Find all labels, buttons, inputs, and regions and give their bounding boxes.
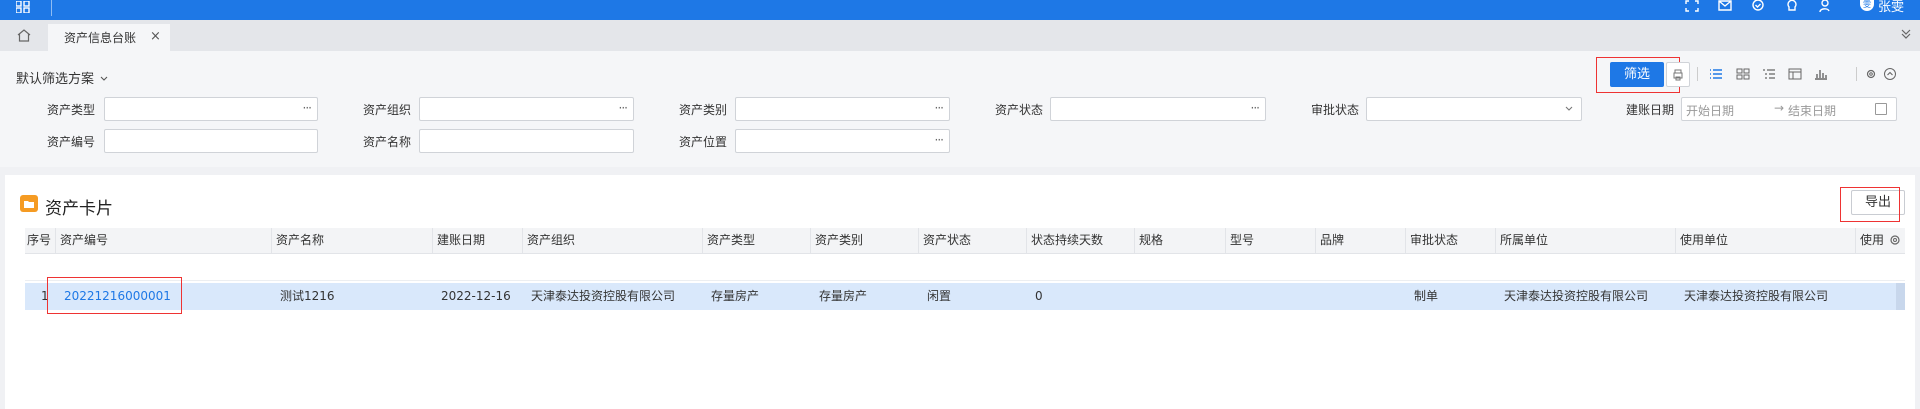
date-start-placeholder: 开始日期	[1686, 104, 1735, 118]
chart-view-icon[interactable]	[1814, 68, 1828, 80]
gear-icon[interactable]	[1889, 234, 1901, 246]
more-dots-icon[interactable]: ···	[1251, 101, 1261, 115]
asset-code-label: 资产编号	[47, 135, 96, 149]
asset-location-label: 资产位置	[679, 135, 728, 149]
tree-view-icon[interactable]	[1762, 68, 1776, 80]
asset-status-input[interactable]: ···	[1050, 97, 1266, 121]
asset-category-label: 资产类别	[679, 103, 728, 117]
column-header[interactable]: 品牌	[1315, 228, 1405, 254]
filter-scheme-label: 默认筛选方案	[16, 72, 95, 87]
printer-icon	[1673, 69, 1683, 81]
print-button[interactable]	[1666, 62, 1690, 87]
filter-scheme-dropdown[interactable]: 默认筛选方案	[16, 68, 108, 87]
column-header[interactable]: 资产类别	[810, 228, 918, 254]
top-navigation-bar: 雯 张雯	[0, 0, 1920, 20]
check-circle-icon[interactable]	[1750, 0, 1766, 12]
more-dots-icon[interactable]: ···	[935, 133, 945, 147]
collapse-up-icon[interactable]	[1883, 68, 1897, 80]
topbar-divider	[51, 0, 52, 16]
asset-status-label: 资产状态	[995, 103, 1044, 117]
close-icon[interactable]: ×	[150, 29, 161, 44]
owner-unit-cell: 天津泰达投资控股有限公司	[1504, 289, 1649, 303]
asset-org-input[interactable]: ···	[419, 97, 634, 121]
column-header[interactable]: 状态持续天数	[1026, 228, 1134, 254]
chevron-down-icon	[1565, 106, 1573, 111]
avatar[interactable]: 雯	[1860, 0, 1874, 11]
home-tab[interactable]	[0, 20, 48, 51]
column-header[interactable]: 所属单位	[1495, 228, 1675, 254]
card-view-icon[interactable]	[1736, 68, 1750, 80]
asset-card-panel: 资产卡片 导出 序号 资产编号 资产名称 建账日期 资产组织 资产类型 资产类别…	[5, 175, 1915, 409]
tab-label: 资产信息台账	[64, 31, 137, 45]
approval-status-label: 审批状态	[1311, 103, 1360, 117]
column-header[interactable]: 建账日期	[432, 228, 522, 254]
org-cell: 天津泰达投资控股有限公司	[531, 289, 676, 303]
calendar-icon[interactable]	[1875, 103, 1887, 115]
lightbulb-icon[interactable]	[1784, 0, 1800, 12]
gear-icon[interactable]	[1864, 68, 1878, 80]
filter-panel: 默认筛选方案 资产类型 ··· 资产组织 ··· 资产类别 ··· 资产状态 ·…	[0, 51, 1920, 167]
approval-cell: 制单	[1414, 289, 1439, 303]
column-header[interactable]: 使用	[1855, 228, 1883, 254]
account-date-range-input[interactable]: 开始日期 → 结束日期	[1681, 97, 1897, 121]
table-header: 序号 资产编号 资产名称 建账日期 资产组织 资产类型 资产类别 资产状态 状态…	[25, 228, 1905, 254]
card-title: 资产卡片	[45, 199, 113, 219]
asset-org-label: 资产组织	[363, 103, 412, 117]
date-end-placeholder: 结束日期	[1788, 104, 1837, 118]
username[interactable]: 张雯	[1878, 0, 1904, 15]
asset-name-cell: 测试1216	[280, 289, 335, 303]
column-header[interactable]: 资产类型	[702, 228, 810, 254]
table-row[interactable]: 1 20221216000001 测试1216 2022-12-16 天津泰达投…	[25, 283, 1905, 310]
asset-type-input[interactable]: ···	[104, 97, 318, 121]
column-header[interactable]: 资产组织	[522, 228, 702, 254]
home-icon	[17, 29, 31, 42]
column-header[interactable]: 审批状态	[1405, 228, 1495, 254]
double-chevron-down-icon[interactable]	[1900, 28, 1912, 40]
folder-icon	[20, 195, 38, 212]
column-header[interactable]: 资产编号	[55, 228, 271, 254]
asset-type-label: 资产类型	[47, 103, 96, 117]
column-header[interactable]: 使用单位	[1675, 228, 1855, 254]
status-cell: 闲置	[927, 289, 952, 303]
filter-row[interactable]	[25, 254, 1905, 281]
column-header[interactable]: 型号	[1225, 228, 1315, 254]
type-cell: 存量房产	[711, 289, 760, 303]
toolbar-divider	[1697, 67, 1698, 81]
mail-icon[interactable]	[1717, 0, 1733, 12]
chevron-down-icon	[100, 76, 108, 81]
user-unit-cell: 天津泰达投资控股有限公司	[1684, 289, 1829, 303]
highlight-box	[47, 277, 182, 314]
asset-code-input[interactable]	[104, 129, 318, 153]
table-view-icon[interactable]	[1788, 68, 1802, 80]
more-dots-icon[interactable]: ···	[619, 101, 629, 115]
column-header[interactable]: 规格	[1134, 228, 1225, 254]
apps-grid-icon[interactable]	[16, 1, 30, 13]
category-cell: 存量房产	[819, 289, 868, 303]
date-cell: 2022-12-16	[441, 289, 511, 303]
arrow-right-icon: →	[1774, 101, 1785, 115]
column-header[interactable]: 资产名称	[271, 228, 432, 254]
highlight-box	[1840, 187, 1900, 222]
row-scroll-edge	[1896, 283, 1905, 310]
more-dots-icon[interactable]: ···	[303, 101, 313, 115]
asset-location-input[interactable]: ···	[735, 129, 950, 153]
asset-name-input[interactable]	[419, 129, 634, 153]
column-header[interactable]: 资产状态	[918, 228, 1026, 254]
fullscreen-icon[interactable]	[1684, 0, 1700, 12]
account-date-label: 建账日期	[1626, 103, 1675, 117]
asset-name-label: 资产名称	[363, 135, 412, 149]
toolbar-divider	[1856, 67, 1857, 81]
tab-bar: 资产信息台账 ×	[0, 20, 1920, 51]
user-settings-icon[interactable]	[1818, 0, 1834, 12]
more-dots-icon[interactable]: ···	[935, 101, 945, 115]
list-view-icon[interactable]	[1709, 68, 1723, 80]
asset-category-input[interactable]: ···	[735, 97, 950, 121]
days-cell: 0	[1035, 289, 1043, 303]
approval-status-select[interactable]	[1366, 97, 1582, 121]
column-header[interactable]: 序号	[25, 228, 55, 254]
